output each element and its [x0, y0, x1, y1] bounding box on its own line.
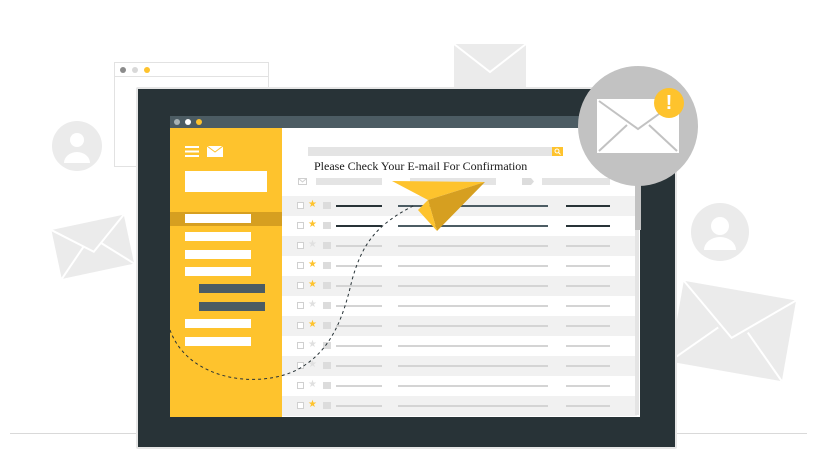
paper-plane-illustration — [169, 181, 485, 380]
paper-plane-icon — [392, 181, 485, 231]
flight-path — [169, 204, 416, 380]
magnifier-icon — [578, 66, 698, 186]
exclamation-icon: ! — [654, 88, 684, 118]
magnifier-handle — [635, 184, 641, 230]
